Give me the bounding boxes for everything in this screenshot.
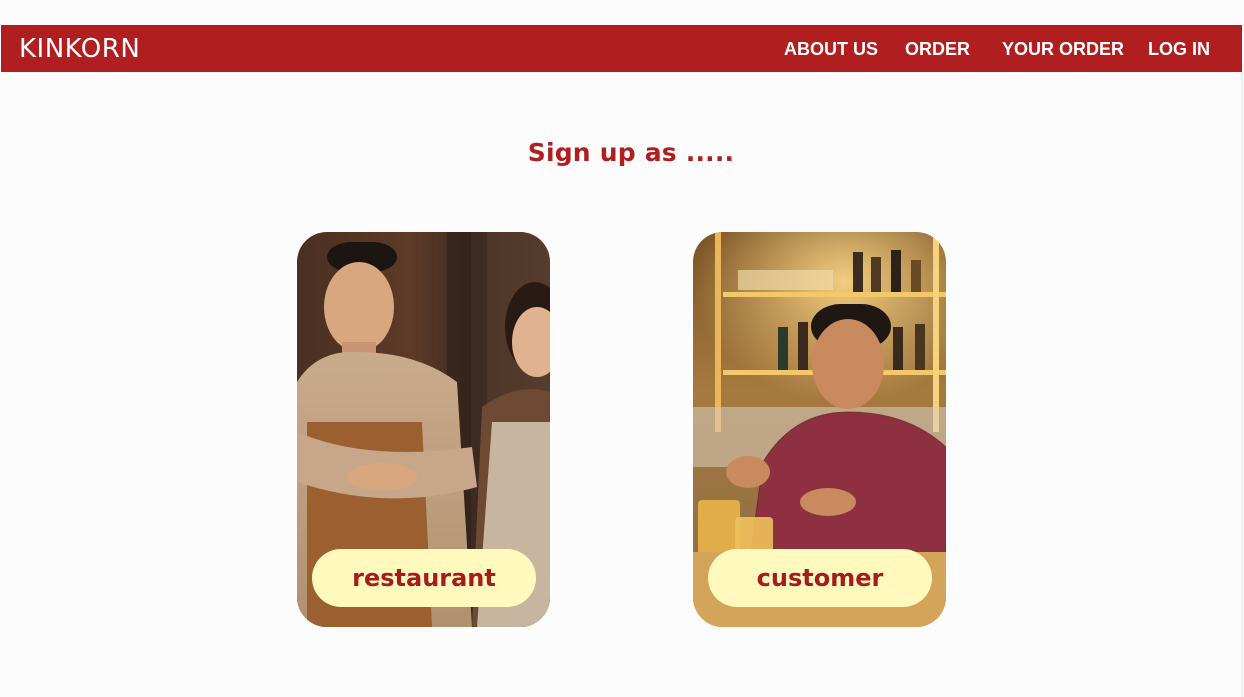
nav-order[interactable]: ORDER <box>905 25 970 72</box>
brand-logo[interactable]: KINKORN <box>19 25 140 72</box>
customer-button[interactable]: customer <box>708 549 932 607</box>
customer-signup-card[interactable]: customer <box>693 232 946 627</box>
restaurant-signup-card[interactable]: restaurant <box>297 232 550 627</box>
page-heading: Sign up as ..... <box>527 138 735 167</box>
page-edge-divider <box>1241 72 1243 697</box>
nav-your-order[interactable]: YOUR ORDER <box>1002 25 1124 72</box>
nav-log-in[interactable]: LOG IN <box>1148 25 1210 72</box>
restaurant-button[interactable]: restaurant <box>312 549 536 607</box>
top-navigation-bar: KINKORN ABOUT US ORDER YOUR ORDER LOG IN <box>1 25 1242 72</box>
nav-about-us[interactable]: ABOUT US <box>784 25 878 72</box>
